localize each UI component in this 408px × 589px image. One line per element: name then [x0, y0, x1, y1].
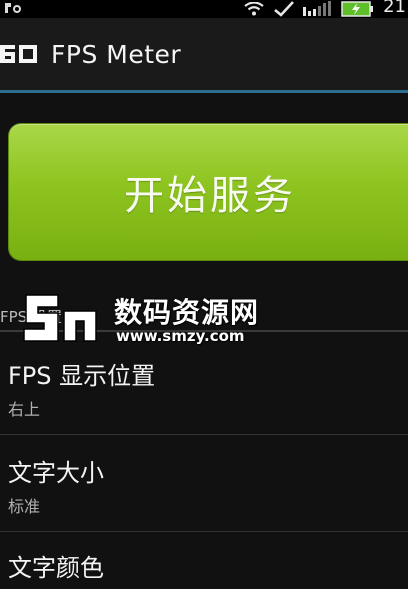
screen: 21 FPS Meter 开始服务 FPS 设置 FPS 显示位置 右上 文字大… — [0, 0, 408, 589]
notification-icon — [5, 3, 21, 13]
app-title: FPS Meter — [51, 39, 182, 69]
signal-icon — [303, 1, 332, 16]
check-sync-icon — [274, 1, 295, 17]
pref-title: 文字大小 — [8, 459, 104, 487]
pref-title: 文字颜色 — [8, 554, 104, 582]
status-clock: 21 — [383, 0, 406, 17]
pref-text-color[interactable]: 文字颜色 — [0, 532, 408, 589]
start-service-label: 开始服务 — [124, 173, 296, 219]
fps-logo-icon — [0, 45, 37, 63]
wifi-icon — [244, 2, 264, 16]
title-divider — [0, 90, 408, 93]
app-title-bar: FPS Meter — [0, 18, 408, 90]
app-logo — [0, 40, 41, 68]
section-title: FPS 设置 — [0, 308, 62, 326]
section-divider — [0, 330, 408, 332]
battery-charging-icon — [341, 1, 374, 17]
pref-fps-position[interactable]: FPS 显示位置 右上 — [0, 336, 408, 434]
pref-title: FPS 显示位置 — [8, 362, 156, 390]
status-bar: 21 — [0, 0, 408, 18]
pref-summary: 标准 — [8, 497, 41, 516]
start-service-button[interactable]: 开始服务 — [9, 124, 408, 260]
pref-summary: 右上 — [8, 400, 41, 419]
settings-section-header: FPS 设置 — [0, 300, 408, 332]
pref-text-size[interactable]: 文字大小 标准 — [0, 435, 408, 531]
